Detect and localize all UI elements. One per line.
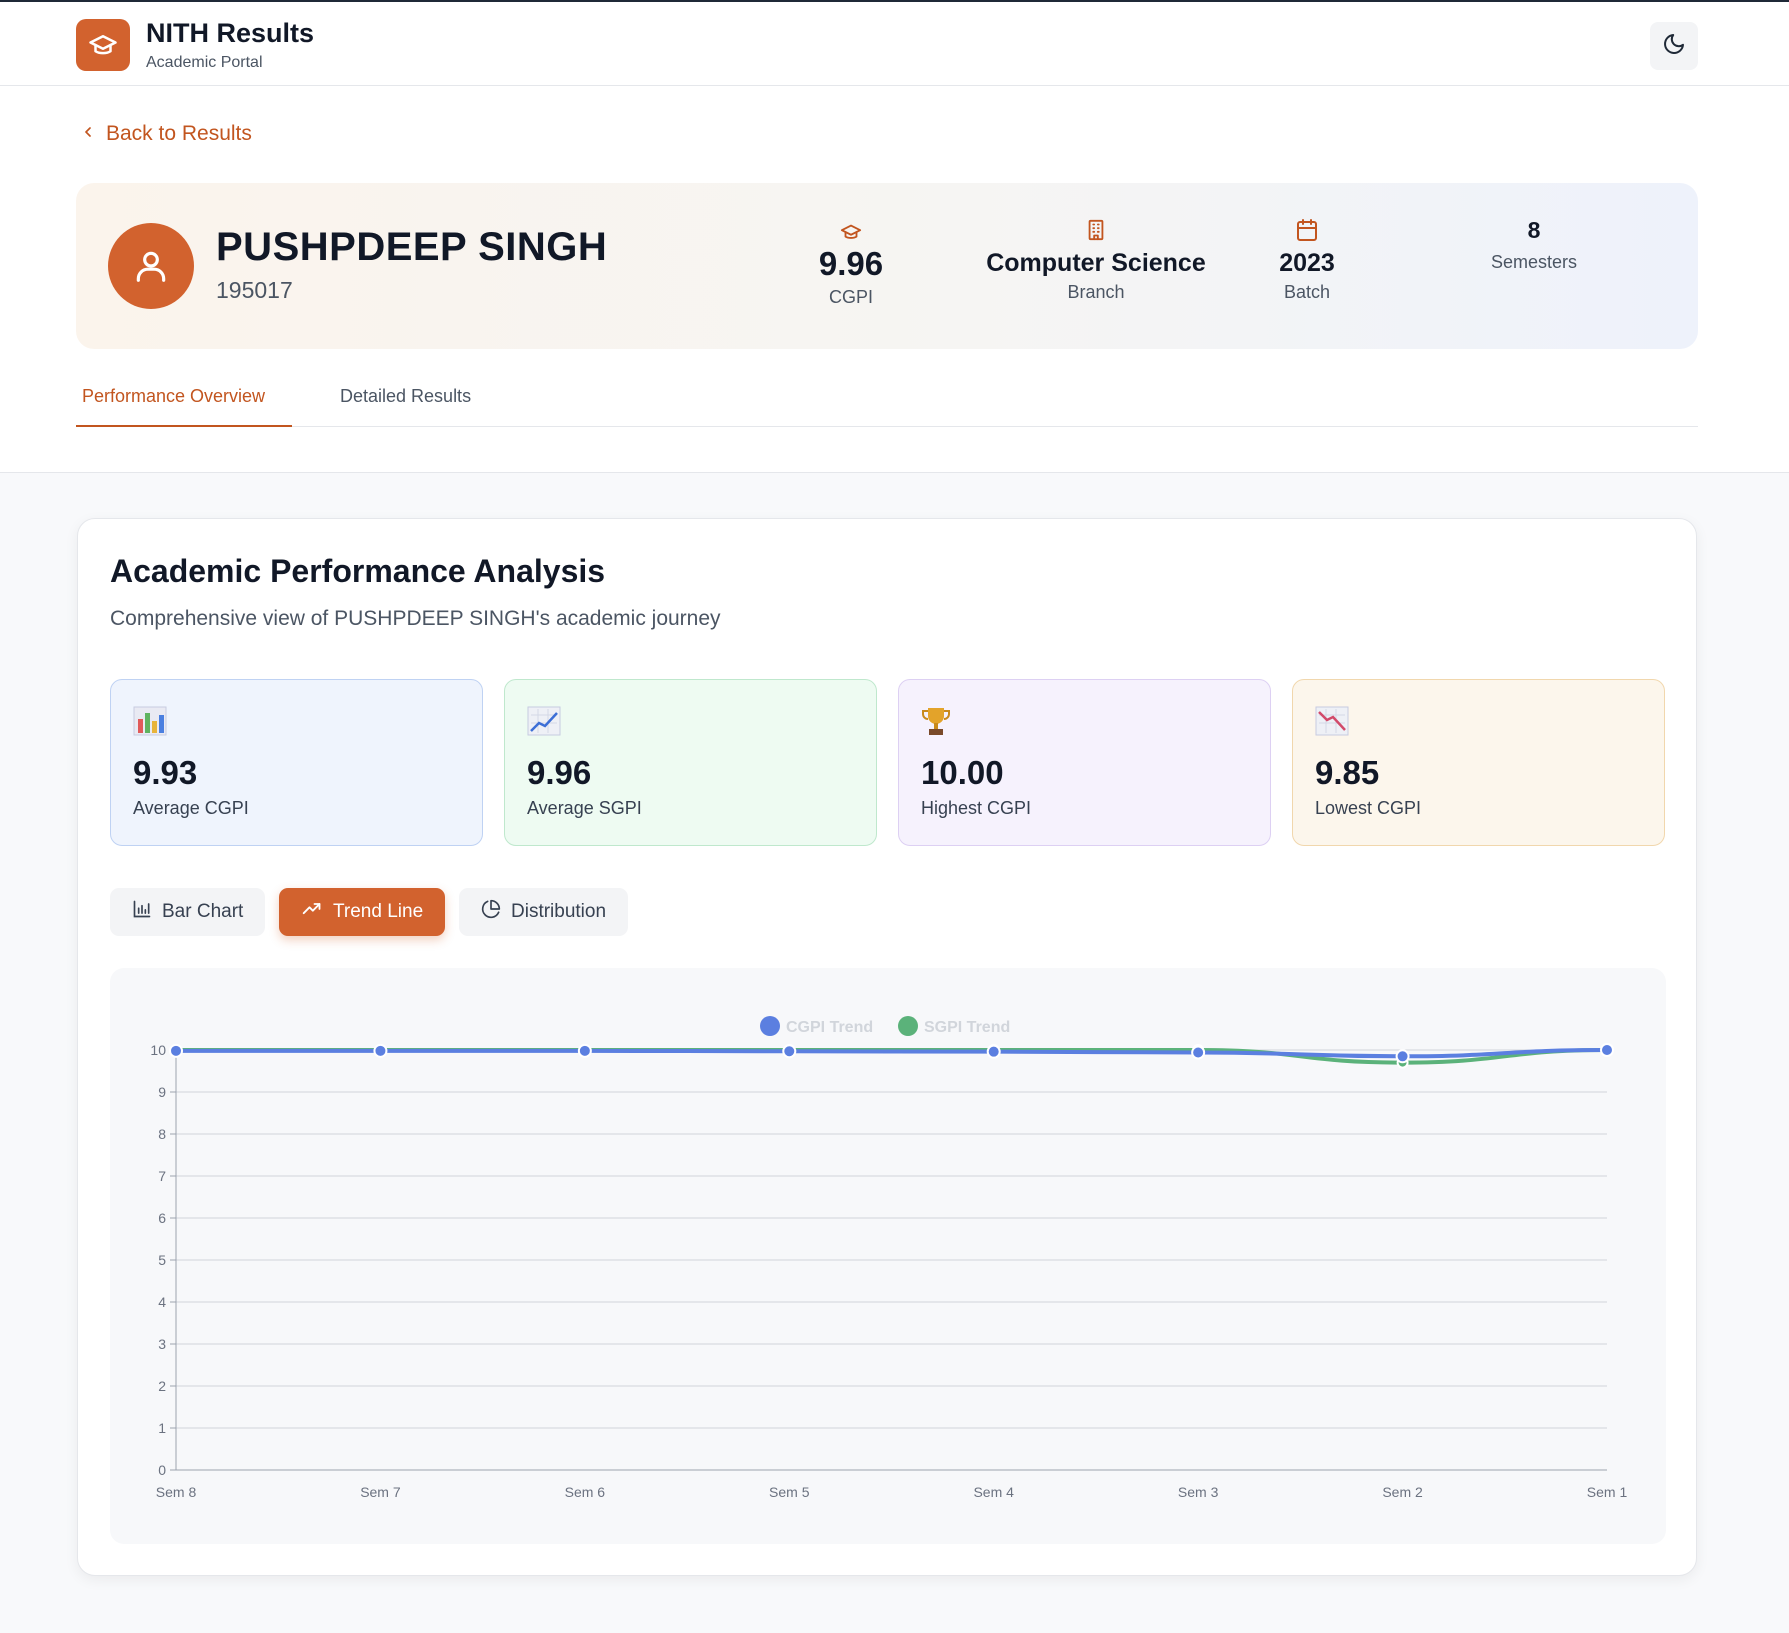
trend-chart: 0 1 2 3 4 5 6 7 8 9 10 Sem 8 Sem 7 Sem 6 Sem 5 Sem 4 Sem… [110,968,1666,1544]
performance-analysis-card: Academic Performance Analysis Comprehens… [77,518,1697,1576]
y-tick-label: 8 [158,1126,166,1142]
tab-bar: Performance Overview Detailed Results [76,386,1698,427]
stat-cgpi-label: CGPI [828,287,873,307]
chart-increasing-emoji-icon [527,705,561,742]
x-tick-label: Sem 1 [1587,1484,1628,1500]
chevron-left-icon [80,122,96,146]
stat-branch-label: Branch [1067,282,1125,302]
y-tick-label: 1 [158,1420,166,1436]
tab-performance-overview[interactable]: Performance Overview [76,386,292,427]
trend-line-button[interactable]: Trend Line [279,888,446,936]
app-title[interactable]: NITH Results [146,18,314,49]
y-tick-label: 10 [150,1042,166,1058]
analysis-description: Comprehensive view of PUSHPDEEP SINGH's … [110,607,721,630]
student-roll: 195017 [216,277,293,303]
bar-chart-button[interactable]: Bar Chart [110,888,266,936]
stat-cgpi: 9.96 CGPI [741,213,961,308]
data-point [577,1043,592,1058]
kpi-highest-cgpi-value: 10.00 [921,754,1004,791]
stat-branch-value: Computer Science [986,249,1206,277]
stat-branch: Computer Science Branch [976,213,1216,303]
x-tick-label: Sem 6 [565,1484,606,1500]
kpi-average-cgpi: 9.93 Average CGPI [110,679,483,846]
kpi-average-sgpi: 9.96 Average SGPI [504,679,877,846]
stat-batch: 2023 Batch [1222,213,1392,303]
y-tick-label: 9 [158,1084,166,1100]
stat-semesters: 8 Semesters [1454,217,1614,273]
x-tick-label: Sem 2 [1382,1484,1423,1500]
trophy-emoji-icon [921,705,951,742]
stat-batch-value: 2023 [1279,249,1335,277]
stat-semesters-label: Semesters [1490,252,1578,272]
y-tick-label: 5 [158,1252,166,1268]
y-tick-label: 0 [158,1462,166,1478]
back-to-results-link[interactable]: Back to Results [80,122,252,146]
bar-chart-emoji-icon [133,705,167,742]
trend-line-label: Trend Line [333,901,424,922]
app-header: NITH Results Academic Portal [0,2,1789,86]
calendar-icon [1222,213,1392,243]
stat-batch-label: Batch [1283,282,1331,302]
kpi-lowest-cgpi-value: 9.85 [1315,754,1380,791]
stat-cgpi-value: 9.96 [818,245,884,282]
graduation-cap-icon [741,213,961,243]
pie-chart-icon [481,899,501,925]
data-point [1395,1049,1410,1064]
legend-label: SGPI Trend [924,1019,1010,1036]
user-icon [108,223,194,309]
tab-detailed-results[interactable]: Detailed Results [334,386,477,427]
legend-label: CGPI Trend [786,1019,873,1036]
stat-semesters-value: 8 [1527,217,1541,243]
kpi-average-sgpi-value: 9.96 [527,754,592,791]
data-point [986,1044,1001,1059]
data-point [782,1044,797,1059]
x-tick-label: Sem 8 [156,1484,197,1500]
back-label: Back to Results [106,122,252,145]
bar-chart-label: Bar Chart [162,901,244,922]
distribution-button[interactable]: Distribution [459,888,629,936]
distribution-label: Distribution [511,901,607,922]
trending-up-icon [301,899,323,925]
x-tick-label: Sem 5 [769,1484,810,1500]
data-point [1600,1043,1614,1057]
legend-marker [898,1016,918,1036]
trend-chart-svg: 0 1 2 3 4 5 6 7 8 9 10 Sem 8 Sem 7 Sem 6 Sem 5 Sem 4 Sem… [150,1016,1628,1500]
student-profile-card: PUSHPDEEP SINGH 195017 9.96 CGPI Compute… [76,183,1698,349]
y-tick-label: 6 [158,1210,166,1226]
analysis-title: Academic Performance Analysis [110,553,606,589]
chart-decreasing-emoji-icon [1315,705,1349,742]
student-name: PUSHPDEEP SINGH [216,225,608,269]
data-point [169,1043,183,1058]
x-tick-label: Sem 4 [973,1484,1014,1500]
y-tick-label: 4 [158,1294,166,1310]
graduation-cap-icon[interactable] [76,19,130,71]
kpi-highest-cgpi: 10.00 Highest CGPI [898,679,1271,846]
building-icon [976,213,1216,243]
data-point [1191,1045,1206,1060]
bar-chart-icon [132,899,152,925]
app-subtitle: Academic Portal [146,54,263,71]
kpi-lowest-cgpi: 9.85 Lowest CGPI [1292,679,1665,846]
y-tick-label: 3 [158,1336,166,1352]
kpi-average-cgpi-value: 9.93 [133,754,198,791]
y-tick-label: 7 [158,1168,166,1184]
series-line-cgpi-trend [176,1048,1608,1059]
kpi-highest-cgpi-label: Highest CGPI [921,798,1032,818]
student-section: Back to Results PUSHPDEEP SINGH 195017 9… [0,86,1789,473]
kpi-average-cgpi-label: Average CGPI [133,798,249,818]
x-tick-label: Sem 7 [360,1484,401,1500]
moon-icon [1662,32,1686,61]
kpi-lowest-cgpi-label: Lowest CGPI [1315,798,1422,818]
legend-marker [760,1016,780,1036]
y-tick-label: 2 [158,1378,166,1394]
kpi-average-sgpi-label: Average SGPI [527,798,642,818]
x-tick-label: Sem 3 [1178,1484,1219,1500]
theme-toggle-button[interactable] [1650,22,1698,70]
data-point [373,1043,388,1058]
